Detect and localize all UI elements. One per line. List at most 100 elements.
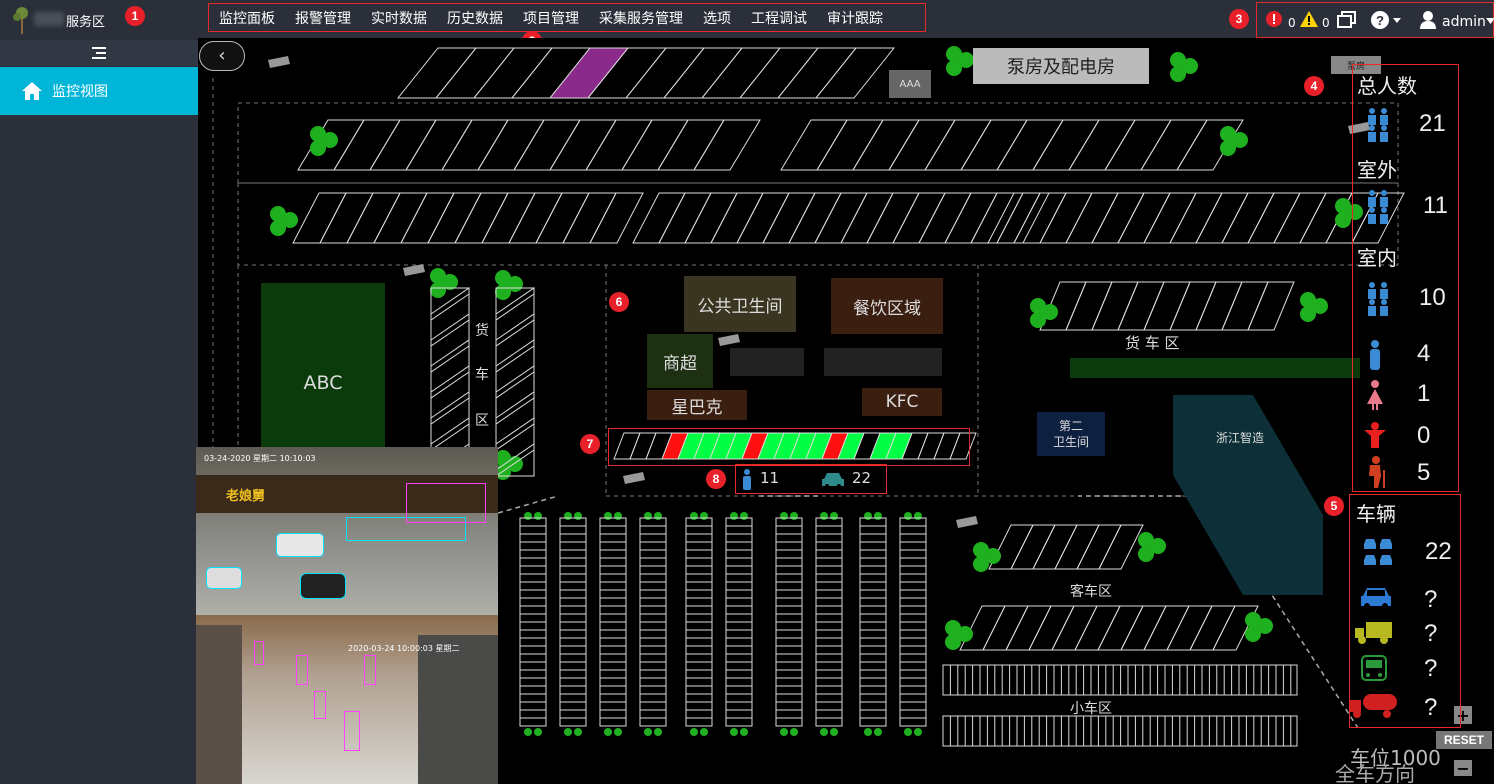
vehicles-icon [1364,539,1392,565]
toilet2-zone[interactable]: 第二 卫生间 [1037,412,1105,456]
parking-spot [762,192,816,244]
shrub [914,512,922,520]
shrub [740,512,748,520]
tree-leaf [495,284,511,300]
nav-item-alarms[interactable]: 报警管理 [295,8,351,28]
parking-spot [333,119,401,171]
nav-item-realtime[interactable]: 实时数据 [371,8,427,28]
help-icon[interactable]: ? [1370,10,1390,30]
group-icon [1368,108,1388,142]
shrub [690,728,698,736]
parking-spot [1117,192,1171,244]
user-name[interactable]: admin [1442,14,1486,30]
parking-spot [970,192,1024,244]
aaa-label: AAA [889,70,931,98]
small-car-frame [942,715,1298,747]
parking-spot [1028,605,1075,651]
parking-spot [987,192,1041,244]
dining-zone[interactable]: 餐饮区域 [831,278,943,334]
parking-spot [693,119,761,171]
parking-spot [1039,192,1093,244]
badge-3: 3 [1229,9,1249,29]
truck-stall [495,417,535,451]
nav-item-options[interactable]: 选项 [703,8,731,28]
zoom-out-button[interactable]: − [1454,759,1472,778]
chevron-down-icon[interactable] [1392,17,1402,25]
parking-spot [1032,524,1078,570]
window-restore-icon[interactable] [1337,11,1357,29]
camera-icon [718,334,740,346]
warning-icon[interactable] [1299,10,1319,28]
toilet-zone[interactable]: 公共卫生间 [684,276,796,332]
shrub [830,512,838,520]
nav-item-dashboard[interactable]: 监控面板 [219,8,275,28]
shrub [524,512,532,520]
sidebar-toggle[interactable] [0,40,198,66]
nav-item-collect-service[interactable]: 采集服务管理 [599,8,683,28]
tree-icon [946,46,974,76]
parking-row [396,47,896,99]
nav-item-engineering[interactable]: 工程调试 [751,8,807,28]
parking-spot [1091,192,1145,244]
kfc-zone[interactable]: KFC [862,388,942,416]
video-feed-2[interactable]: 2020-03-24 10:00:03 星期二 [196,615,498,784]
parking-spot [1005,605,1052,651]
tree-leaf [1220,140,1236,156]
tree-icon [1030,298,1058,328]
back-button[interactable]: ‹ [199,41,245,71]
parking-spot [1013,192,1067,244]
starbucks-zone[interactable]: 星巴克 [647,390,747,420]
alarm-icon[interactable] [1265,10,1283,28]
female-value: 1 [1417,380,1431,407]
nav-item-projects[interactable]: 项目管理 [523,8,579,28]
parking-spot [1065,281,1113,331]
shrub [780,512,788,520]
sidebar-item-monitor[interactable]: 监控视图 [0,67,198,115]
parking-spot [1221,281,1269,331]
truck-stall-column [495,287,535,477]
parking-spot [780,119,848,171]
parking-spot [662,47,744,99]
parking-row [297,119,761,171]
nav-item-history[interactable]: 历史数据 [447,8,503,28]
camera-body [403,264,425,276]
shrub [564,512,572,520]
parking-spot [427,192,482,244]
tree-leaf [1138,546,1154,562]
user-icon [1420,11,1436,29]
shrub [700,512,708,520]
camera-body [718,334,740,346]
nav-item-audit[interactable]: 审计跟踪 [827,8,883,28]
zjzz-zone[interactable] [1173,395,1333,595]
car-zone-label: 小车区 [1070,701,1112,717]
tree-icon [270,206,298,236]
user-chevron-icon[interactable] [1486,18,1494,25]
power-room-label: 泵房及配电房 [973,48,1149,84]
market-zone[interactable]: 商超 [647,334,713,388]
truck-type-icon [1355,622,1392,644]
zjzz-label: 浙江智造 [1216,431,1265,445]
occupancy-counts: 11 22 [735,464,887,494]
indoor-label: 室内 [1357,246,1397,270]
parking-spot [982,605,1029,651]
detected-car-2 [300,573,346,599]
truck-stall [495,339,535,373]
parking-row [292,192,644,244]
camera-body [956,516,978,528]
video-feed-1[interactable]: 老娘舅 03-24-2020 星期二 10:10:03 [196,447,498,615]
parking-spot [738,47,820,99]
reset-button[interactable]: RESET [1436,731,1492,749]
brand-blur [34,12,64,26]
menu-icon [92,47,106,59]
parking-spot [585,119,653,171]
parking-spot [632,192,686,244]
video-feeds[interactable]: 老娘舅 03-24-2020 星期二 10:10:03 2020-03-24 1… [196,447,498,784]
sidebar-item-label: 监控视图 [52,84,108,100]
video-timestamp-2: 2020-03-24 10:00:03 星期二 [348,644,460,653]
parking-spot [996,119,1064,171]
parking-spot [852,119,920,171]
tree-leaf [1335,212,1351,228]
detection-box-2 [406,483,486,523]
badge-8: 8 [706,469,726,489]
person-box-1 [296,655,308,685]
